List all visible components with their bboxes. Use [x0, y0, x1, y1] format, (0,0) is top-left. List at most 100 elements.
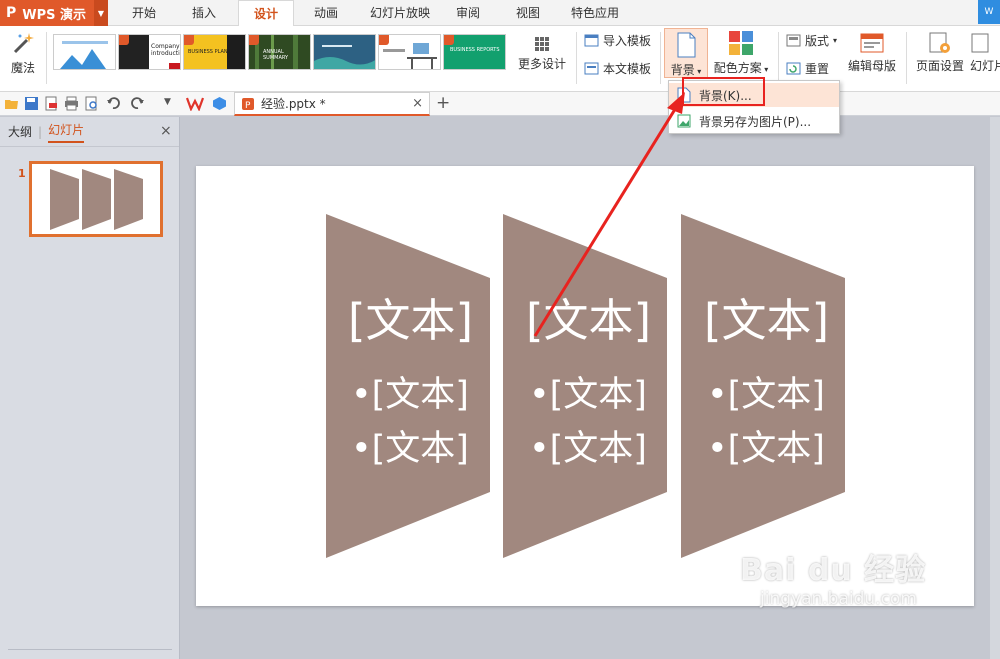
import-template-button[interactable]: 导入模板	[584, 32, 651, 49]
color-scheme-label: 配色方案	[713, 61, 762, 75]
column-2-bullet-1[interactable]: •[文本]	[529, 366, 647, 417]
new-tab-icon[interactable]: +	[436, 93, 450, 113]
template-thumb-4[interactable]: ANNUAL SUMMARY	[248, 34, 311, 70]
column-3-title[interactable]: [文本]	[704, 284, 829, 349]
ribbon: 魔法 Company introduction BUSINESS PLAN AN…	[0, 26, 1000, 92]
separator	[576, 32, 577, 84]
page-setup-button[interactable]: 页面设置	[912, 32, 968, 74]
slide-size-label: 幻灯片	[970, 59, 1000, 73]
column-3-bullet-2[interactable]: •[文本]	[707, 420, 825, 471]
document-tab-title: 经验.pptx *	[261, 97, 326, 111]
template-icon	[584, 62, 599, 75]
layout-button[interactable]: 版式 ▾	[786, 32, 837, 49]
separator	[778, 32, 779, 84]
chevron-down-icon[interactable]: ▼	[94, 0, 108, 26]
this-template-label: 本文模板	[603, 62, 652, 76]
vertical-scrollbar[interactable]	[990, 117, 1000, 659]
slide-size-button[interactable]: 幻灯片	[970, 32, 1000, 74]
background-label: 背景	[670, 63, 695, 77]
slide-number: 1	[18, 167, 26, 180]
tab-slideshow[interactable]: 幻灯片放映	[358, 0, 442, 26]
slide-thumbnail-1[interactable]	[29, 161, 163, 237]
print-preview-icon[interactable]	[84, 96, 99, 111]
account-badge[interactable]: W	[978, 0, 1000, 24]
this-template-button[interactable]: 本文模板	[584, 60, 651, 77]
layout-label: 版式	[805, 34, 830, 48]
watermark: Bai du 经验 jingyan.baidu.com	[740, 545, 926, 609]
separator	[660, 32, 661, 84]
reset-button[interactable]: 重置	[786, 60, 829, 77]
template-caption: ANNUAL SUMMARY	[263, 49, 289, 61]
grid-icon	[535, 37, 549, 51]
highlight-box	[682, 77, 765, 106]
tab-insert[interactable]: 插入	[178, 0, 230, 26]
tab-review[interactable]: 审阅	[446, 0, 490, 26]
print-icon[interactable]	[64, 96, 79, 111]
chevron-down-icon: ▾	[761, 65, 769, 74]
template-thumb-6[interactable]	[378, 34, 441, 70]
template-thumb-2[interactable]: Company introduction	[118, 34, 181, 70]
slide-panel: 大纲 | 幻灯片 × 1	[0, 117, 180, 659]
template-caption: BUSINESS REPORTS	[450, 47, 500, 53]
column-3-bullet-1[interactable]: •[文本]	[707, 366, 825, 417]
more-design-button[interactable]: 更多设计	[514, 36, 570, 72]
column-1-title[interactable]: [文本]	[348, 284, 473, 349]
template-thumb-3[interactable]: BUSINESS PLAN	[183, 34, 246, 70]
tab-design[interactable]: 设计	[238, 0, 294, 27]
edit-master-label: 编辑母版	[847, 59, 896, 73]
svg-text:P: P	[245, 101, 251, 111]
save-icon[interactable]	[24, 96, 39, 111]
page-setup-icon	[929, 32, 950, 53]
redo-icon[interactable]	[130, 96, 145, 111]
page-setup-label: 页面设置	[915, 59, 964, 73]
panel-tabs: 大纲 | 幻灯片 ×	[0, 117, 179, 147]
document-tab[interactable]: P 经验.pptx * ×	[234, 92, 430, 116]
menu-item-save-background-label: 背景另存为图片(P)...	[699, 114, 812, 129]
quick-access-toolbar: ▼ P 经验.pptx * × +	[0, 92, 1000, 116]
column-2-bullet-2[interactable]: •[文本]	[529, 420, 647, 471]
column-2-title[interactable]: [文本]	[526, 284, 651, 349]
open-folder-icon[interactable]	[4, 96, 19, 111]
premium-badge-icon	[249, 35, 259, 45]
premium-badge-icon	[184, 35, 194, 45]
color-scheme-button[interactable]: 配色方案 ▾	[710, 30, 772, 76]
menu-bar: P WPS 演示 ▼ 开始 插入 设计 动画 幻灯片放映 审阅 视图 特色应用 …	[0, 0, 1000, 27]
slide-master-icon	[860, 33, 884, 53]
wps-home-icon[interactable]	[186, 96, 204, 111]
slide-size-icon	[971, 33, 989, 53]
magic-button[interactable]: 魔法	[6, 30, 40, 76]
premium-badge-icon	[119, 35, 129, 45]
column-1-bullet-1[interactable]: •[文本]	[351, 366, 469, 417]
tab-special[interactable]: 特色应用	[560, 0, 630, 26]
close-panel-icon[interactable]: ×	[160, 123, 172, 139]
export-pdf-icon[interactable]	[44, 96, 59, 111]
tab-outline[interactable]: 大纲	[8, 123, 32, 140]
reset-icon	[786, 62, 801, 75]
tab-home[interactable]: 开始	[118, 0, 170, 26]
palette-icon	[729, 31, 753, 55]
column-1-bullet-2[interactable]: •[文本]	[351, 420, 469, 471]
template-thumb-7[interactable]: BUSINESS REPORTS	[443, 34, 506, 70]
tab-slides[interactable]: 幻灯片	[48, 121, 85, 143]
magic-label: 魔法	[10, 61, 35, 75]
template-caption: Company introduction	[151, 43, 180, 57]
wps-logo-icon: P	[6, 5, 17, 21]
template-thumb-5[interactable]	[313, 34, 376, 70]
import-template-label: 导入模板	[603, 34, 652, 48]
import-icon	[584, 34, 599, 47]
close-tab-icon[interactable]: ×	[412, 96, 423, 111]
template-thumb-1[interactable]	[53, 34, 116, 70]
edit-master-button[interactable]: 编辑母版	[844, 32, 900, 74]
cloud-box-icon[interactable]	[212, 96, 227, 111]
tab-view[interactable]: 视图	[506, 0, 550, 26]
separator	[906, 32, 907, 84]
panel-divider	[8, 649, 172, 650]
app-menu-button[interactable]: P WPS 演示	[0, 0, 94, 26]
tab-divider: |	[38, 124, 43, 139]
slide-canvas[interactable]: [文本] •[文本] •[文本] [文本] •[文本] •[文本] [文本] •…	[196, 166, 974, 606]
undo-icon[interactable]	[106, 96, 121, 111]
tab-animation[interactable]: 动画	[300, 0, 352, 26]
customize-dropdown-icon[interactable]: ▼	[164, 97, 171, 107]
background-button[interactable]: 背景 ▾	[664, 28, 708, 78]
menu-item-save-background[interactable]: 背景另存为图片(P)...	[669, 109, 839, 133]
